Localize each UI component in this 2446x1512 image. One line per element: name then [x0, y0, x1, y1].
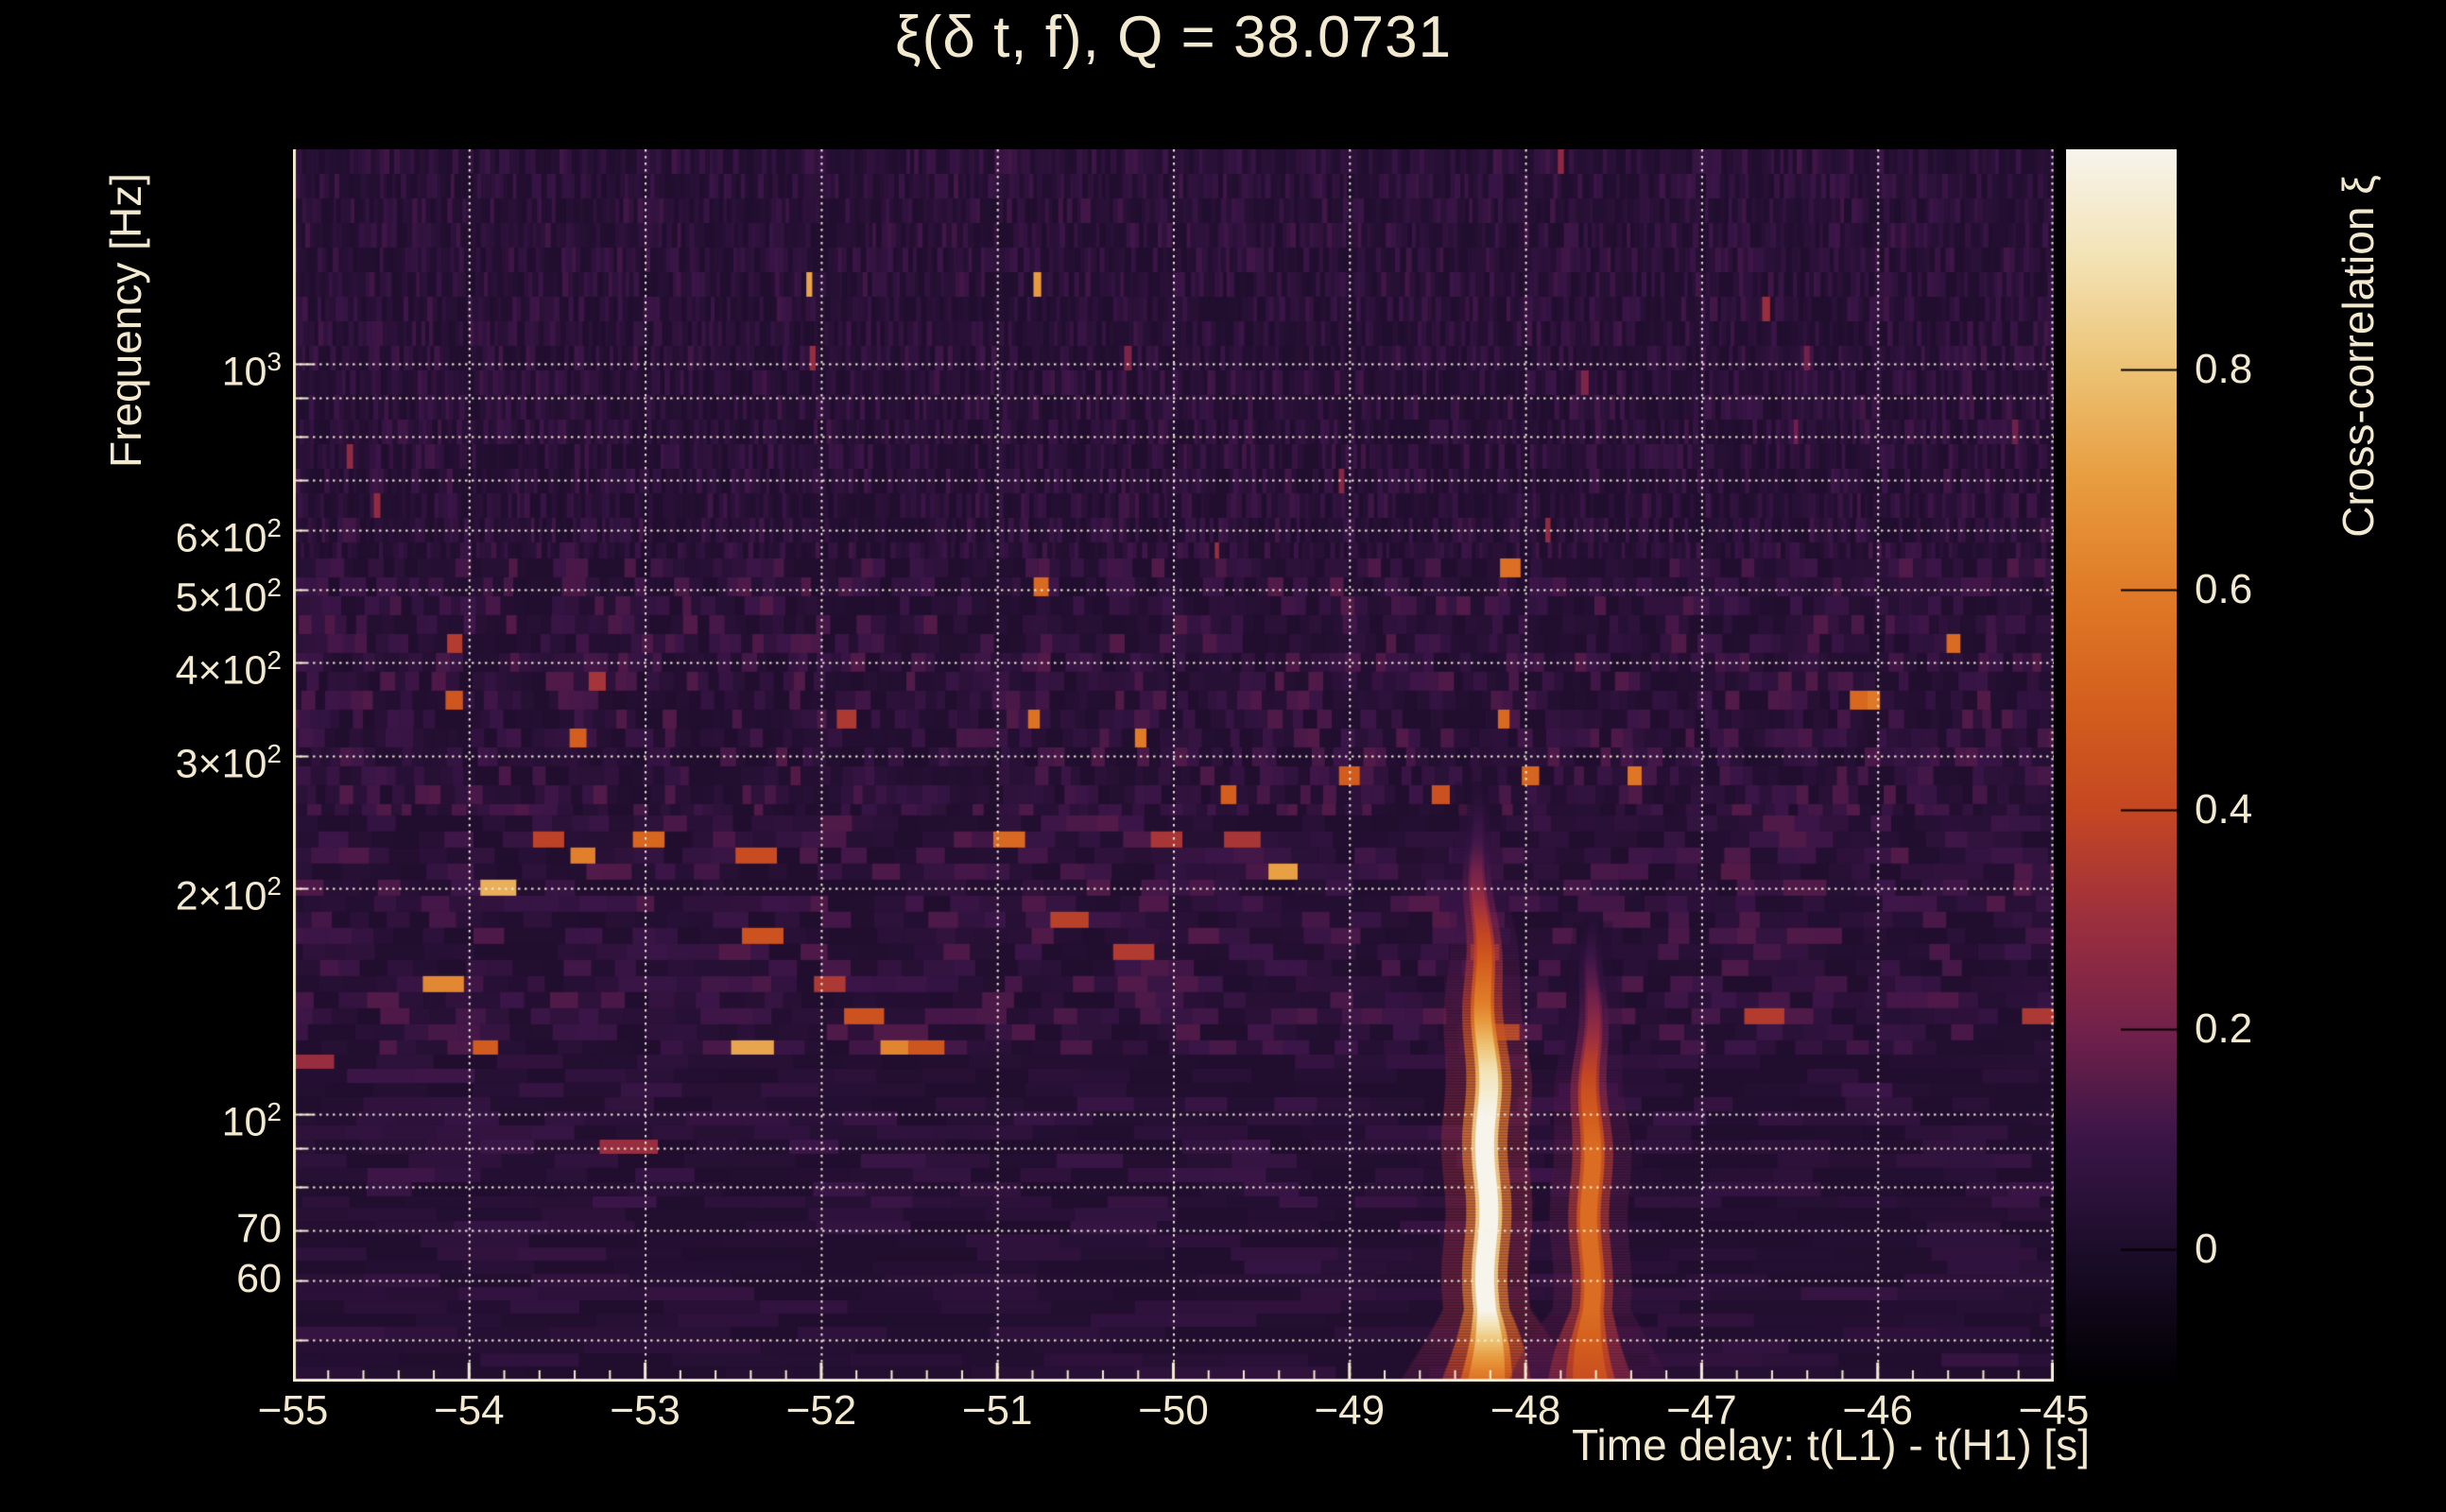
- y-tick-label: 60: [142, 1256, 282, 1301]
- x-axis-title: Time delay: t(L1) - t(H1) [s]: [1229, 1419, 2090, 1470]
- colorbar-tick-label: 0.2: [2195, 1005, 2346, 1054]
- y-tick-label: 102: [142, 1090, 282, 1144]
- x-tick-label: −52: [755, 1387, 887, 1435]
- y-tick-label: 4×102: [142, 638, 282, 693]
- y-tick-label: 5×102: [142, 565, 282, 620]
- heatmap-plot: [293, 149, 2054, 1382]
- x-tick-label: −55: [227, 1387, 359, 1435]
- y-tick-label: 2×102: [142, 864, 282, 919]
- y-tick-label: 103: [142, 339, 282, 394]
- colorbar-tick-label: 0: [2195, 1225, 2346, 1274]
- x-tick-label: −51: [931, 1387, 1063, 1435]
- y-tick-label: 70: [142, 1206, 282, 1251]
- y-tick-label: 3×102: [142, 731, 282, 786]
- colorbar-tick-label: 0.4: [2195, 785, 2346, 834]
- figure: ξ(δ t, f), Q = 38.0731 Frequency [Hz] −5…: [0, 0, 2446, 1512]
- colorbar: [2066, 149, 2177, 1382]
- chart-title: ξ(δ t, f), Q = 38.0731: [293, 4, 2054, 71]
- x-tick-label: −50: [1108, 1387, 1240, 1435]
- colorbar-axis-title: Cross-correlation ξ: [2333, 132, 2386, 580]
- colorbar-tick-label: 0.8: [2195, 345, 2346, 394]
- y-tick-label: 6×102: [142, 506, 282, 560]
- colorbar-tick-label: 0.6: [2195, 565, 2346, 614]
- x-tick-label: −54: [403, 1387, 535, 1435]
- x-tick-label: −53: [579, 1387, 712, 1435]
- y-axis-title: Frequency [Hz]: [100, 149, 153, 491]
